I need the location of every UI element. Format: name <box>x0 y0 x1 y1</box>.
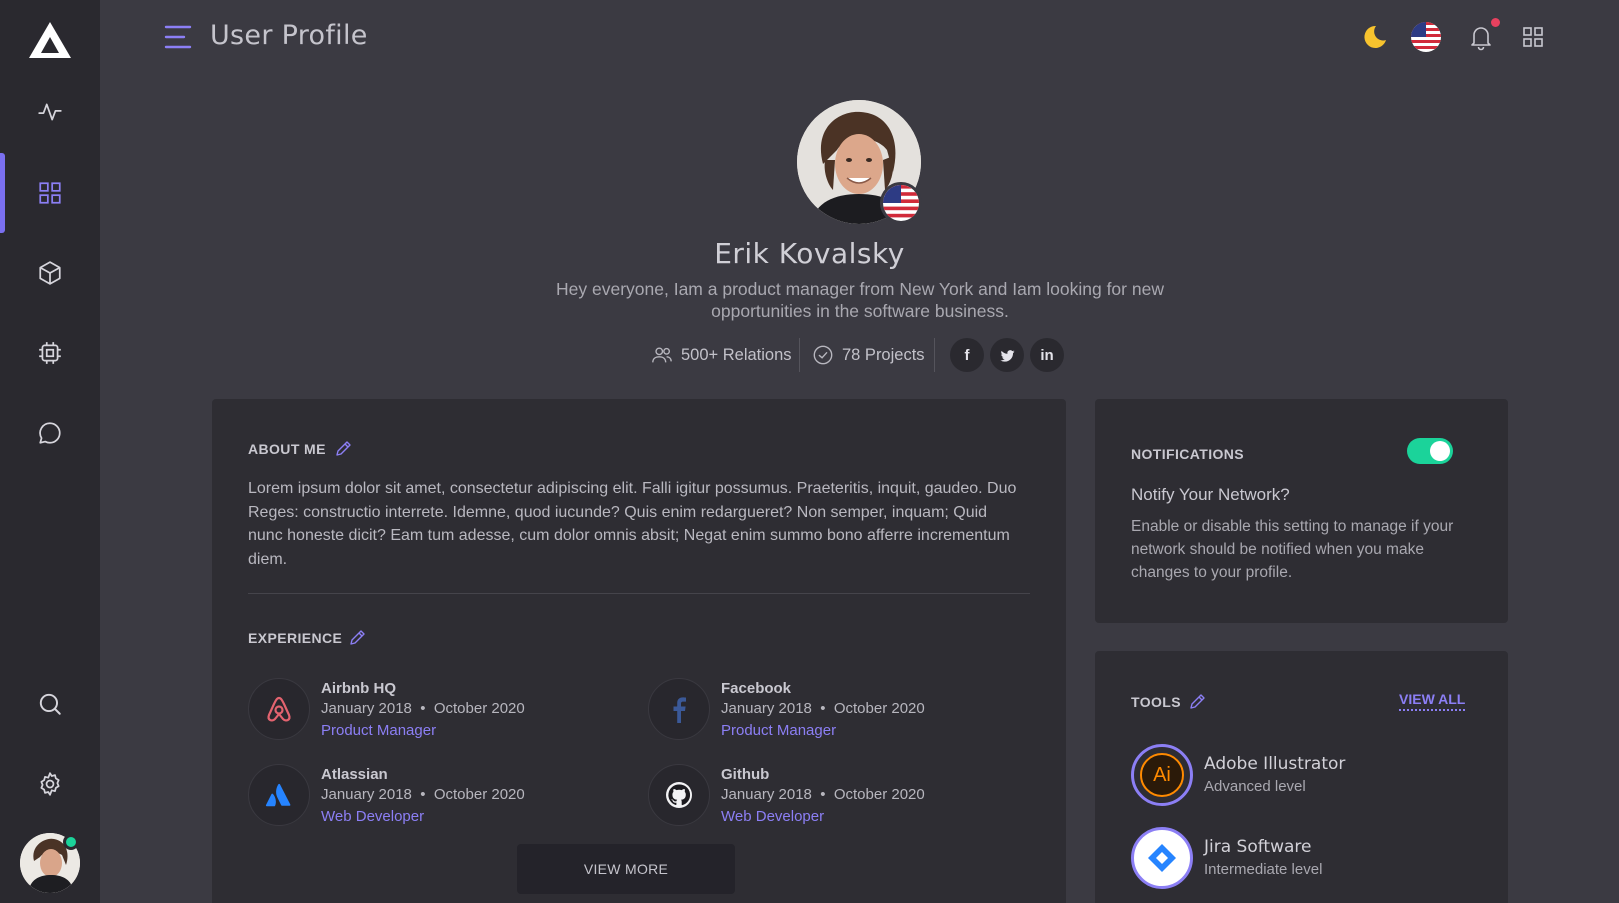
company-name: Atlassian <box>321 766 388 783</box>
job-role-link[interactable]: Web Developer <box>721 808 824 825</box>
experience-item: Facebook January 2018 • October 2020 Pro… <box>648 678 998 744</box>
job-role-link[interactable]: Product Manager <box>721 722 836 739</box>
notification-dot <box>1491 18 1500 27</box>
search-icon <box>39 693 61 715</box>
page-title: User Profile <box>210 20 368 51</box>
settings-icon <box>40 772 60 796</box>
experience-item: Github January 2018 • October 2020 Web D… <box>648 764 998 830</box>
employment-dates: January 2018 • October 2020 <box>721 786 925 803</box>
github-icon <box>648 764 710 826</box>
sidebar-item-search[interactable] <box>0 664 100 744</box>
sidebar-item-settings[interactable] <box>0 744 100 824</box>
projects-count: 78 Projects <box>842 345 925 364</box>
notify-network-toggle[interactable] <box>1407 438 1453 464</box>
twitter-link[interactable] <box>990 338 1024 372</box>
users-icon <box>652 347 672 363</box>
tool-name: Jira Software <box>1204 837 1312 857</box>
about-title: ABOUT ME <box>248 441 326 457</box>
moon-icon[interactable] <box>1359 22 1389 52</box>
airbnb-icon <box>248 678 310 740</box>
job-role-link[interactable]: Web Developer <box>321 808 424 825</box>
company-name: Facebook <box>721 680 792 697</box>
linkedin-link[interactable]: in <box>1030 338 1064 372</box>
sidebar-item-messages[interactable] <box>0 393 100 473</box>
sidebar <box>0 0 100 903</box>
edit-tools-icon[interactable] <box>1188 693 1206 711</box>
check-circle-icon <box>813 345 833 365</box>
menu-icon[interactable] <box>164 24 192 50</box>
adobe-illustrator-icon: Ai <box>1131 744 1193 806</box>
company-name: Github <box>721 766 770 783</box>
divider <box>799 338 800 372</box>
notify-question: Notify Your Network? <box>1131 485 1290 504</box>
us-flag-icon[interactable] <box>1411 22 1441 52</box>
sidebar-item-dashboard[interactable] <box>0 153 100 233</box>
facebook-icon <box>648 678 710 740</box>
chat-icon <box>39 422 61 444</box>
view-all-tools-link[interactable]: VIEW ALL <box>1399 691 1466 711</box>
about-card: ABOUT ME Lorem ipsum dolor sit amet, con… <box>212 399 1066 903</box>
relations-count: 500+ Relations <box>681 345 792 364</box>
section-divider <box>248 593 1030 594</box>
notifications-card: NOTIFICATIONS Notify Your Network? Enabl… <box>1095 399 1508 623</box>
online-status-dot <box>63 834 79 850</box>
employment-dates: January 2018 • October 2020 <box>321 786 525 803</box>
relations-stat: 500+ Relations <box>651 338 792 372</box>
edit-experience-icon[interactable] <box>348 629 366 647</box>
logo-icon[interactable] <box>28 20 72 60</box>
facebook-icon: f <box>964 346 970 364</box>
tool-level: Advanced level <box>1204 778 1306 795</box>
tool-item: Ai Adobe Illustrator Advanced level <box>1131 744 1461 808</box>
profile-stats: 500+ Relations 78 Projects <box>0 338 1619 372</box>
projects-stat: 78 Projects <box>812 338 925 372</box>
bell-icon[interactable] <box>1466 22 1496 52</box>
divider <box>934 338 935 372</box>
jira-icon <box>1131 827 1193 889</box>
atlassian-icon <box>248 764 310 826</box>
profile-name: Erik Kovalsky <box>714 237 905 270</box>
tools-card: TOOLS VIEW ALL Ai Adobe Illustrator Adva… <box>1095 651 1508 903</box>
experience-title: EXPERIENCE <box>248 630 343 646</box>
view-more-button[interactable]: VIEW MORE <box>517 844 735 894</box>
country-flag-badge <box>880 182 922 224</box>
job-role-link[interactable]: Product Manager <box>321 722 436 739</box>
twitter-icon <box>999 349 1015 362</box>
company-name: Airbnb HQ <box>321 680 396 697</box>
experience-item: Atlassian January 2018 • October 2020 We… <box>248 764 598 830</box>
edit-about-icon[interactable] <box>334 440 352 458</box>
experience-item: Airbnb HQ January 2018 • October 2020 Pr… <box>248 678 598 744</box>
facebook-link[interactable]: f <box>950 338 984 372</box>
dashboard-grid-icon <box>39 182 61 204</box>
tool-level: Intermediate level <box>1204 861 1323 878</box>
notifications-title: NOTIFICATIONS <box>1131 446 1245 462</box>
notify-description: Enable or disable this setting to manage… <box>1131 518 1454 581</box>
employment-dates: January 2018 • October 2020 <box>321 700 525 717</box>
about-text: Lorem ipsum dolor sit amet, consectetur … <box>248 480 1017 568</box>
linkedin-icon: in <box>1040 346 1054 364</box>
tool-name: Adobe Illustrator <box>1204 754 1346 774</box>
activity-icon <box>38 103 62 121</box>
profile-bio: Hey everyone, Iam a product manager from… <box>556 279 1164 321</box>
employment-dates: January 2018 • October 2020 <box>721 700 925 717</box>
tool-item: Jira Software Intermediate level <box>1131 827 1461 891</box>
tools-title: TOOLS <box>1131 694 1181 710</box>
sidebar-item-activity[interactable] <box>0 72 100 152</box>
apps-grid-icon[interactable] <box>1518 22 1548 52</box>
